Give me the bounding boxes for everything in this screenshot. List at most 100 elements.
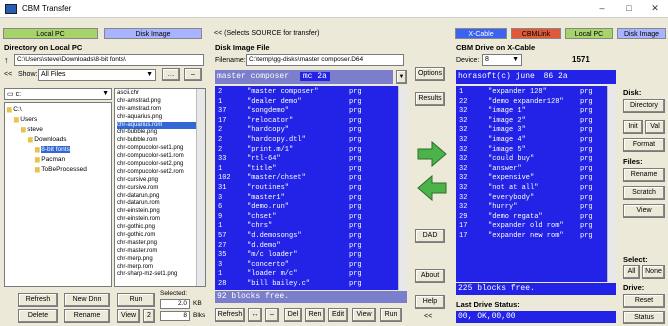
- file-list-item[interactable]: chr-compucolor-set2.png: [117, 161, 203, 169]
- dir-entry-row[interactable]: 2 "master composer" prg: [215, 88, 407, 98]
- dir-entry-row[interactable]: 17 "relocator" prg: [215, 117, 407, 127]
- dir-entry-row[interactable]: 22 "demo expander128" prg: [456, 98, 616, 108]
- dir-entry-row[interactable]: 29 "demo regata" prg: [456, 213, 616, 223]
- image-run-button[interactable]: Run: [380, 308, 402, 322]
- dir-entry-row[interactable]: 2 "hardcopy" prg: [215, 126, 407, 136]
- dir-entry-row[interactable]: 32 "not at all" prg: [456, 184, 616, 194]
- init-button[interactable]: Init: [623, 120, 643, 134]
- up-arrow-icon[interactable]: ↑: [4, 55, 9, 65]
- dir-entry-row[interactable]: 27 "d.demo" prg: [215, 242, 407, 252]
- image-del-button[interactable]: Del: [284, 308, 302, 322]
- dir-entry-row[interactable]: 32 "image 2" prg: [456, 117, 616, 127]
- filter-clear-button[interactable]: –: [184, 68, 202, 81]
- file-list-item[interactable]: chr-cursive.rom: [117, 185, 203, 193]
- image-list-scrollbar[interactable]: [398, 86, 407, 290]
- file-list-item[interactable]: chr-compucolor-set2.rom: [117, 169, 203, 177]
- dir-entry-row[interactable]: 32 "image 5" prg: [456, 146, 616, 156]
- view-count-button[interactable]: 2: [143, 309, 155, 323]
- file-list-item[interactable]: chr-bubble.rom: [117, 137, 203, 145]
- image-refresh-button[interactable]: Refresh: [215, 308, 245, 322]
- dir-entry-row[interactable]: 6 "demo.run" prg: [215, 203, 407, 213]
- dir-entry-row[interactable]: 1 "expander 128" prg: [456, 88, 616, 98]
- dir-entry-row[interactable]: 2 "hardcopy.dtl" prg: [215, 136, 407, 146]
- delete-button[interactable]: Delete: [18, 309, 58, 323]
- new-dir-button[interactable]: New Dnn: [64, 293, 110, 307]
- rename-button[interactable]: Rename: [64, 309, 110, 323]
- file-list[interactable]: ascii.chr chr-amstrad.png chr-amstrad.rom c…: [114, 88, 206, 287]
- tab-right-disk-image[interactable]: Disk Image: [617, 28, 666, 39]
- dir-entry-row[interactable]: 32 "expensive" prg: [456, 174, 616, 184]
- dir-entry-row[interactable]: 1 "chrs" prg: [215, 222, 407, 232]
- image-file-list[interactable]: 2 "master composer" prg 1 "dealer demo" prg 37…: [215, 86, 407, 290]
- file-list-item[interactable]: chr-master.rom: [117, 248, 203, 256]
- status-button[interactable]: Status: [623, 311, 665, 324]
- file-list-item[interactable]: chr-gothic.png: [117, 224, 203, 232]
- disk-name-dropdown[interactable]: ▼: [396, 70, 407, 84]
- file-list-item[interactable]: chr-einstein.png: [117, 208, 203, 216]
- filter-options-button[interactable]: …: [162, 68, 180, 81]
- directory-button[interactable]: Directory: [623, 99, 665, 113]
- tab-cbmlink[interactable]: CBMLink: [511, 28, 561, 39]
- dir-entry-row[interactable]: 37 "songdemo" prg: [215, 107, 407, 117]
- dir-path-input[interactable]: C:\Users\steve\Downloads\8-bit fonts\: [14, 54, 204, 66]
- dir-entry-row[interactable]: 1 "loader m/c" prg: [215, 270, 407, 280]
- side-rename-button[interactable]: Rename: [623, 168, 665, 182]
- validate-button[interactable]: Val: [645, 120, 665, 134]
- options-button[interactable]: Options: [415, 67, 445, 81]
- refresh-button[interactable]: Refresh: [18, 293, 58, 307]
- dir-entry-row[interactable]: 102 "master/chset" prg: [215, 174, 407, 184]
- image-swap-button[interactable]: ↔: [248, 308, 262, 322]
- file-list-item[interactable]: chr-bubble.png: [117, 129, 203, 137]
- dad-button[interactable]: DAD: [415, 229, 445, 243]
- dir-entry-row[interactable]: 2 "print.m/1" prg: [215, 146, 407, 156]
- folder-tree-item[interactable]: ▆ steve: [7, 125, 109, 135]
- drive-select[interactable]: ▭ c: ▼: [4, 88, 112, 100]
- folder-tree[interactable]: ▆ C:\ ▆ Users ▆ steve ▆ Downloads ▆ 8-bit fo…: [4, 102, 112, 287]
- collapse-right-icon[interactable]: <<: [424, 313, 432, 320]
- dir-entry-row[interactable]: 3 "concerto" prg: [215, 261, 407, 271]
- select-none-button[interactable]: None: [642, 265, 665, 279]
- file-list-item[interactable]: chr-compucolor-set1.png: [117, 145, 203, 153]
- tab-right-local-pc[interactable]: Local PC: [565, 28, 613, 39]
- collapse-icon[interactable]: <<: [4, 71, 12, 78]
- dir-entry-row[interactable]: 33 "rtl-64" prg: [215, 155, 407, 165]
- image-dash-button[interactable]: –: [265, 308, 279, 322]
- show-filter-select[interactable]: All Files ▼: [38, 69, 156, 81]
- dir-entry-row[interactable]: 35 "m/c loader" prg: [215, 251, 407, 261]
- about-button[interactable]: About: [415, 269, 445, 283]
- drive-list-scrollbar[interactable]: [607, 86, 616, 282]
- image-ren-button[interactable]: Ren: [305, 308, 325, 322]
- folder-tree-item[interactable]: ▆ Pacman: [7, 155, 109, 165]
- dir-entry-row[interactable]: 3 "master1" prg: [215, 194, 407, 204]
- file-list-item[interactable]: chr-sharp-mz-set1.png: [117, 271, 203, 279]
- tab-local-pc[interactable]: Local PC: [3, 28, 98, 39]
- select-all-button[interactable]: All: [623, 265, 640, 279]
- folder-tree-item[interactable]: ▆ Downloads: [7, 135, 109, 145]
- dir-entry-row[interactable]: 57 "d.demosongs" prg: [215, 232, 407, 242]
- file-list-item[interactable]: chr-datarun.rom: [117, 200, 203, 208]
- maximize-button[interactable]: □: [620, 3, 638, 15]
- dir-entry-row[interactable]: 28 "bill bailey.c" prg: [215, 280, 407, 290]
- file-list-item[interactable]: chr-aquarius.png: [117, 114, 203, 122]
- close-button[interactable]: ✕: [646, 3, 664, 15]
- dir-entry-row[interactable]: 31 "routines" prg: [215, 184, 407, 194]
- side-view-button[interactable]: View: [623, 204, 665, 218]
- file-list-item[interactable]: ascii.chr: [117, 90, 203, 98]
- dir-entry-row[interactable]: 32 "image 1" prg: [456, 107, 616, 117]
- file-list-item[interactable]: chr-amstrad.png: [117, 98, 203, 106]
- disk-name-bar[interactable]: master composer mc 2a: [215, 70, 393, 84]
- file-list-item[interactable]: chr-einstein.rom: [117, 216, 203, 224]
- file-list-item[interactable]: chr-compucolor-set1.rom: [117, 153, 203, 161]
- dir-entry-row[interactable]: 32 "image 4" prg: [456, 136, 616, 146]
- dir-entry-row[interactable]: 32 "hurry" prg: [456, 203, 616, 213]
- reset-button[interactable]: Reset: [623, 294, 665, 308]
- dir-entry-row[interactable]: 17 "expander old rom" prg: [456, 222, 616, 232]
- format-button[interactable]: Format: [623, 138, 665, 152]
- folder-tree-item[interactable]: ▆ ToBeProcessed: [7, 165, 109, 175]
- file-list-item[interactable]: chr-gothic.rom: [117, 232, 203, 240]
- dir-entry-row[interactable]: 32 "answer" prg: [456, 165, 616, 175]
- view-button[interactable]: View: [117, 309, 140, 323]
- file-list-item[interactable]: chr-merp.rom: [117, 264, 203, 272]
- run-button[interactable]: Run: [117, 293, 155, 307]
- file-list-item[interactable]: chr-cursive.png: [117, 177, 203, 185]
